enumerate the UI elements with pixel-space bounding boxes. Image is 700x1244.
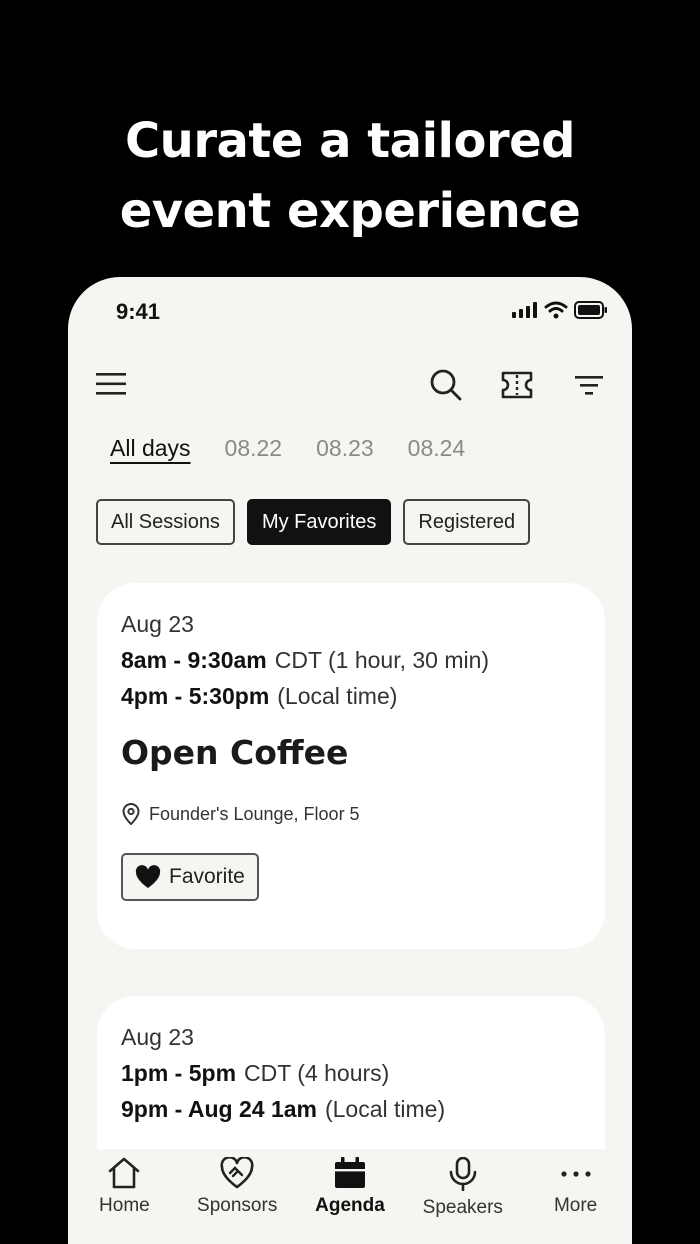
day-tab-0824[interactable]: 08.24 xyxy=(408,435,466,462)
tab-more-label: More xyxy=(553,1195,598,1216)
tab-speakers[interactable]: Speakers xyxy=(406,1149,519,1244)
filter-all-sessions[interactable]: All Sessions xyxy=(96,499,235,545)
tab-agenda-label: Agenda xyxy=(315,1195,385,1216)
phone-screen: 9:41 All days 08.22 08.23 08.24 All Sess… xyxy=(68,277,632,1244)
headline-line-1: Curate a tailored xyxy=(124,113,576,169)
favorite-label: Favorite xyxy=(169,865,245,888)
handshake-heart-icon xyxy=(220,1157,254,1189)
home-icon xyxy=(109,1157,140,1189)
local-time-label: (Local time) xyxy=(324,1096,446,1122)
session-card[interactable]: Aug 23 8am - 9:30am CDT (1 hour, 30 min) … xyxy=(97,583,605,949)
heart-icon xyxy=(135,865,161,888)
wifi-icon xyxy=(544,301,568,319)
time-local-range: 4pm - 5:30pm xyxy=(121,683,270,709)
tab-home[interactable]: Home xyxy=(68,1149,181,1244)
filter-button[interactable] xyxy=(574,373,604,397)
status-icons xyxy=(512,301,608,319)
duration: (4 hours) xyxy=(297,1060,390,1086)
headline: Curate a tailored event experience xyxy=(0,106,700,246)
day-tabs: All days 08.22 08.23 08.24 xyxy=(110,435,465,462)
tab-more[interactable]: More xyxy=(519,1149,632,1244)
tab-home-label: Home xyxy=(99,1195,150,1216)
headline-line-2: event experience xyxy=(119,183,581,239)
tab-sponsors[interactable]: Sponsors xyxy=(181,1149,294,1244)
more-dots-icon xyxy=(560,1171,591,1177)
tab-sponsors-label: Sponsors xyxy=(197,1195,278,1216)
session-filters: All Sessions My Favorites Registered xyxy=(96,499,531,545)
time-cdt-range: 8am - 9:30am xyxy=(121,647,267,673)
menu-icon xyxy=(96,373,126,395)
session-time-local: 4pm - 5:30pm (Local time) xyxy=(121,683,397,710)
signal-icon xyxy=(512,302,537,318)
location-text: Founder's Lounge, Floor 5 xyxy=(149,803,360,824)
bottom-tab-bar: Home Sponsors Agenda Speakers More xyxy=(68,1149,632,1244)
menu-button[interactable] xyxy=(94,367,128,401)
session-time-cdt: 1pm - 5pm CDT (4 hours) xyxy=(121,1060,389,1087)
session-title: Open Coffee xyxy=(121,733,349,772)
day-tab-0823[interactable]: 08.23 xyxy=(316,435,374,462)
day-tab-all[interactable]: All days xyxy=(110,435,191,462)
filter-my-favorites[interactable]: My Favorites xyxy=(246,499,392,545)
session-time-cdt: 8am - 9:30am CDT (1 hour, 30 min) xyxy=(121,647,489,674)
tab-agenda[interactable]: Agenda xyxy=(294,1149,407,1244)
time-zone: CDT xyxy=(244,1060,291,1086)
location-pin-icon xyxy=(122,803,140,825)
session-date: Aug 23 xyxy=(121,611,194,637)
favorite-button[interactable]: Favorite xyxy=(121,853,259,901)
search-icon xyxy=(430,369,462,401)
time-local-range: 9pm - Aug 24 1am xyxy=(121,1096,317,1122)
battery-icon xyxy=(574,301,607,319)
day-tab-0822[interactable]: 08.22 xyxy=(225,435,283,462)
ticket-icon xyxy=(501,371,533,399)
ticket-button[interactable] xyxy=(500,369,534,401)
session-location: Founder's Lounge, Floor 5 xyxy=(121,803,360,825)
local-time-label: (Local time) xyxy=(277,683,398,709)
session-time-local: 9pm - Aug 24 1am (Local time) xyxy=(121,1096,445,1123)
tab-speakers-label: Speakers xyxy=(422,1197,503,1218)
status-time: 9:41 xyxy=(116,299,161,324)
session-date: Aug 23 xyxy=(121,1024,194,1050)
time-cdt-range: 1pm - 5pm xyxy=(121,1060,237,1086)
duration: (1 hour, 30 min) xyxy=(328,647,490,673)
filter-registered[interactable]: Registered xyxy=(403,499,531,545)
calendar-icon xyxy=(334,1157,365,1188)
search-button[interactable] xyxy=(428,367,464,403)
time-zone: CDT xyxy=(274,647,322,673)
filter-icon xyxy=(575,376,603,395)
microphone-icon xyxy=(449,1157,477,1191)
